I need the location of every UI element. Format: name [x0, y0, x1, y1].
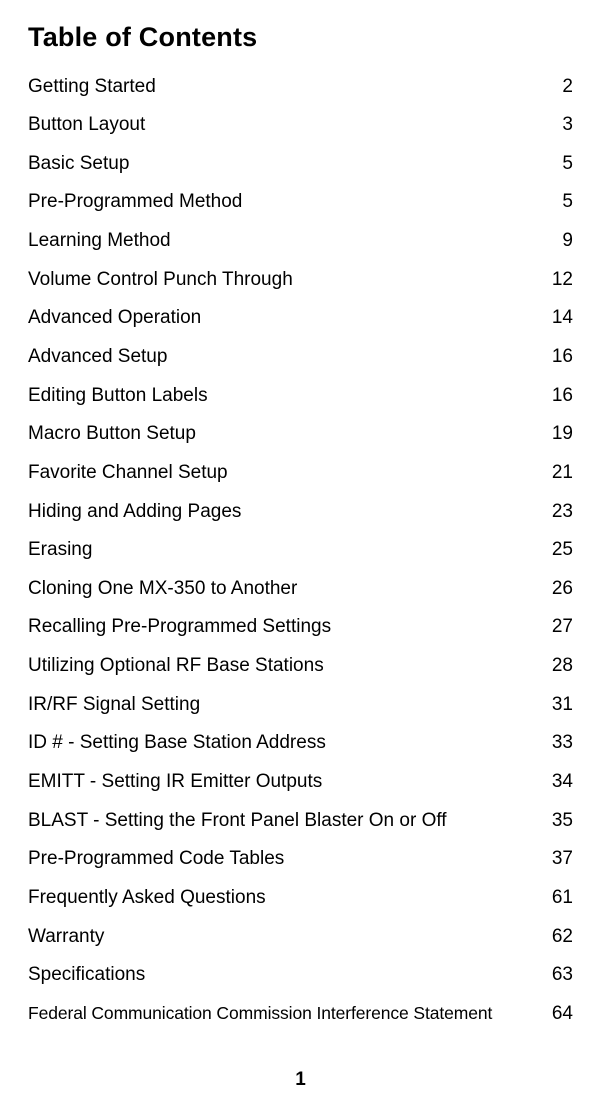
toc-label: Macro Button Setup: [28, 421, 545, 447]
toc-label: Editing Button Labels: [28, 383, 545, 409]
toc-page: 14: [545, 305, 573, 331]
toc-row: Button Layout3: [28, 106, 573, 145]
toc-page: 33: [545, 730, 573, 756]
toc-page: 37: [545, 846, 573, 872]
toc-label: Warranty: [28, 924, 545, 950]
page-number: 1: [28, 1069, 573, 1091]
toc-page: 16: [545, 383, 573, 409]
toc-row: Favorite Channel Setup21: [28, 453, 573, 492]
toc-label: Hiding and Adding Pages: [28, 499, 545, 525]
toc-page: 16: [545, 344, 573, 370]
toc-label: Button Layout: [28, 112, 545, 138]
toc-label: Advanced Operation: [28, 305, 545, 331]
toc-row: Learning Method9: [28, 222, 573, 261]
toc-page: 25: [545, 537, 573, 563]
toc-page: 26: [545, 576, 573, 602]
toc-page: 23: [545, 499, 573, 525]
toc-page: 62: [545, 924, 573, 950]
toc-row: Frequently Asked Questions61: [28, 878, 573, 917]
toc-row: Pre-Programmed Code Tables37: [28, 840, 573, 879]
toc-page: 5: [545, 189, 573, 215]
toc-label: Erasing: [28, 537, 545, 563]
toc-page: 19: [545, 421, 573, 447]
toc-row: Utilizing Optional RF Base Stations28: [28, 647, 573, 686]
toc-label: Frequently Asked Questions: [28, 885, 545, 911]
toc-row: Erasing25: [28, 531, 573, 570]
toc-row: Basic Setup5: [28, 144, 573, 183]
page-title: Table of Contents: [28, 22, 573, 53]
toc-page: 9: [545, 228, 573, 254]
toc-label: Learning Method: [28, 228, 545, 254]
toc-page: 34: [545, 769, 573, 795]
toc-row: Cloning One MX-350 to Another26: [28, 569, 573, 608]
toc-page: 61: [545, 885, 573, 911]
toc-row: Recalling Pre-Programmed Settings27: [28, 608, 573, 647]
toc-row: Warranty62: [28, 917, 573, 956]
toc-row: EMITT - Setting IR Emitter Outputs34: [28, 763, 573, 802]
toc-row: BLAST - Setting the Front Panel Blaster …: [28, 801, 573, 840]
toc-row: Specifications63: [28, 956, 573, 995]
toc-label: IR/RF Signal Setting: [28, 692, 545, 718]
toc-row: Macro Button Setup19: [28, 415, 573, 454]
table-of-contents: Getting Started2Button Layout3Basic Setu…: [28, 67, 573, 1033]
toc-label: Advanced Setup: [28, 344, 545, 370]
toc-page: 12: [545, 267, 573, 293]
toc-label: Pre-Programmed Method: [28, 189, 545, 215]
toc-label: Recalling Pre-Programmed Settings: [28, 614, 545, 640]
toc-label: BLAST - Setting the Front Panel Blaster …: [28, 808, 545, 834]
toc-page: 28: [545, 653, 573, 679]
toc-page: 64: [545, 1001, 573, 1027]
toc-page: 35: [545, 808, 573, 834]
toc-row: Volume Control Punch Through12: [28, 260, 573, 299]
toc-label: Specifications: [28, 962, 545, 988]
toc-row: Editing Button Labels16: [28, 376, 573, 415]
toc-row: Federal Communication Commission Interfe…: [28, 994, 573, 1033]
toc-label: Cloning One MX-350 to Another: [28, 576, 545, 602]
toc-row: Pre-Programmed Method5: [28, 183, 573, 222]
toc-label: Basic Setup: [28, 151, 545, 177]
toc-row: IR/RF Signal Setting31: [28, 685, 573, 724]
toc-label: ID # - Setting Base Station Address: [28, 730, 545, 756]
toc-label: Getting Started: [28, 74, 545, 100]
toc-page: 5: [545, 151, 573, 177]
toc-row: Getting Started2: [28, 67, 573, 106]
toc-label: EMITT - Setting IR Emitter Outputs: [28, 769, 545, 795]
toc-page: 3: [545, 112, 573, 138]
toc-page: 31: [545, 692, 573, 718]
toc-label: Volume Control Punch Through: [28, 267, 545, 293]
toc-page: 21: [545, 460, 573, 486]
toc-row: ID # - Setting Base Station Address33: [28, 724, 573, 763]
toc-row: Advanced Operation14: [28, 299, 573, 338]
toc-row: Hiding and Adding Pages23: [28, 492, 573, 531]
toc-label: Favorite Channel Setup: [28, 460, 545, 486]
toc-label: Pre-Programmed Code Tables: [28, 846, 545, 872]
toc-label: Federal Communication Commission Interfe…: [28, 1002, 545, 1026]
toc-label: Utilizing Optional RF Base Stations: [28, 653, 545, 679]
toc-page: 2: [545, 74, 573, 100]
toc-page: 63: [545, 962, 573, 988]
toc-page: 27: [545, 614, 573, 640]
toc-row: Advanced Setup16: [28, 337, 573, 376]
